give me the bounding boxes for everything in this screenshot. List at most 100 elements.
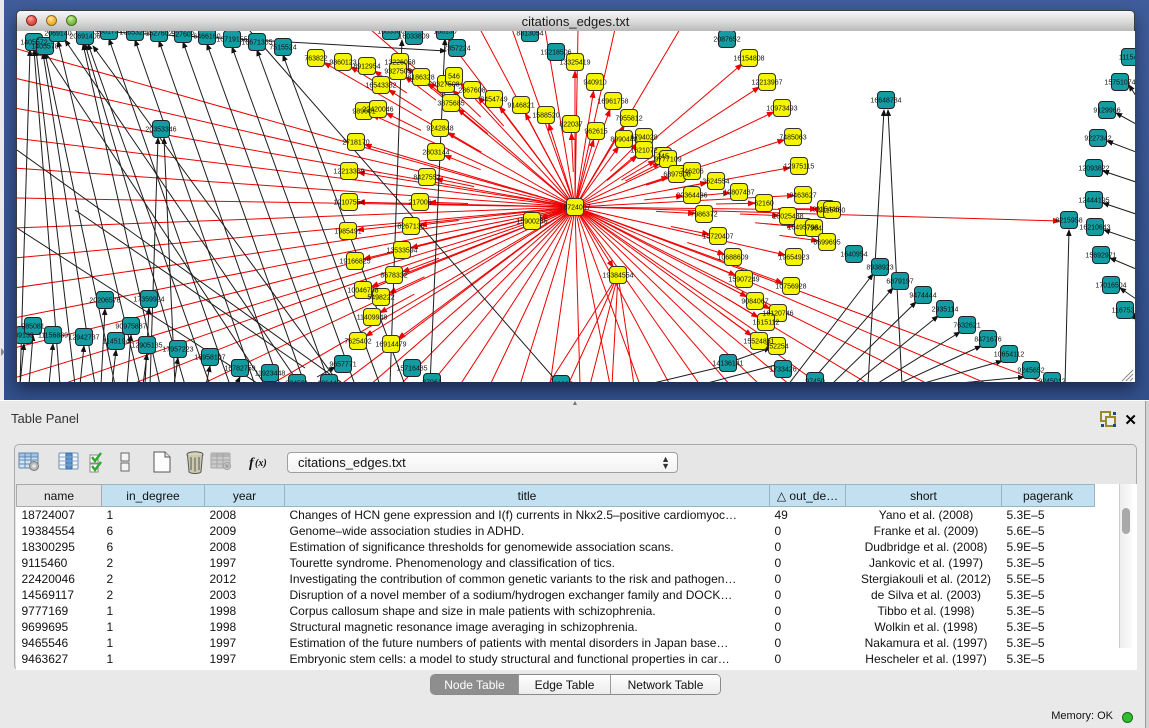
svg-text:3875685: 3875685 [437,101,464,108]
svg-text:9463627: 9463627 [789,193,816,200]
svg-text:15716485: 15716485 [396,366,427,373]
svg-text:62160: 62160 [754,201,774,208]
svg-text:9474444: 9474444 [909,293,936,300]
svg-text:940910: 940910 [583,80,606,87]
svg-text:97450: 97450 [805,379,825,383]
svg-text:8215958: 8215958 [1055,218,1082,225]
svg-text:985081: 985081 [21,324,44,331]
svg-text:5498222: 5498222 [367,295,394,302]
svg-text:763822: 763822 [304,56,327,63]
svg-text:7964: 7964 [806,226,822,233]
svg-text:11923448: 11923448 [255,371,286,378]
svg-text:9245652: 9245652 [1017,368,1044,375]
svg-text:1588520: 1588520 [532,113,559,120]
svg-text:15907249: 15907249 [728,277,759,284]
svg-text:12093822: 12093822 [1078,166,1109,173]
svg-text:11156889: 11156889 [38,333,68,340]
svg-text:20353346: 20353346 [145,127,176,134]
svg-text:188130: 188130 [433,31,456,36]
svg-text:19218506: 19218506 [540,50,571,57]
svg-text:7485063: 7485063 [779,135,806,142]
svg-text:2935114: 2935114 [932,307,959,314]
svg-text:2718170: 2718170 [342,140,369,147]
svg-text:746206: 746206 [680,169,703,176]
svg-text:9657771: 9657771 [329,362,356,369]
svg-text:10958107: 10958107 [194,355,225,362]
svg-text:19654923: 19654923 [778,255,809,262]
svg-text:10973493: 10973493 [766,106,797,113]
svg-text:12905135: 12905135 [131,343,162,350]
svg-text:12942737: 12942737 [68,335,99,342]
svg-text:20364436: 20364436 [676,193,707,200]
svg-text:15720407: 15720407 [702,234,733,241]
svg-text:16671355: 16671355 [241,40,272,47]
svg-text:39139: 39139 [17,333,34,340]
svg-text:7515524: 7515524 [269,45,296,52]
svg-text:527602: 527602 [171,32,194,39]
svg-text:16648784: 16648784 [870,98,901,105]
svg-text:8186328: 8186328 [407,75,434,82]
svg-text:1145194: 1145194 [103,339,130,346]
svg-text:15692971: 15692971 [1085,253,1116,260]
svg-text:17359924: 17359924 [133,297,164,304]
svg-text:120627: 120627 [549,382,572,383]
svg-text:217006: 217006 [408,200,431,207]
svg-text:9245012: 9245012 [1038,379,1065,383]
svg-text:2867608: 2867608 [458,88,485,95]
svg-text:15900235: 15900235 [516,219,547,226]
svg-text:16120746: 16120746 [762,311,793,318]
svg-text:20206576: 20206576 [89,298,120,305]
svg-text:8678332: 8678332 [380,273,407,280]
svg-text:16914479: 16914479 [375,342,406,349]
svg-text:1985491: 1985491 [334,229,361,236]
svg-text:2087652: 2087652 [713,37,740,44]
svg-text:10756928: 10756928 [775,284,806,291]
svg-text:12444195: 12444195 [1078,198,1109,205]
svg-text:6879197: 6879197 [886,279,913,286]
svg-text:12213967: 12213967 [751,80,782,87]
svg-text:8813054: 8813054 [516,31,543,38]
svg-text:14136141: 14136141 [712,361,743,368]
svg-text:1527602: 1527602 [145,31,172,38]
svg-text:3624554: 3624554 [702,179,729,186]
svg-text:10807487: 10807487 [723,190,754,197]
svg-text:8699695: 8699695 [813,240,840,247]
svg-text:822037: 822037 [559,122,582,129]
svg-text:18724007: 18724007 [559,205,590,212]
svg-text:10025438: 10025438 [772,214,803,221]
svg-text:9242848: 9242848 [426,126,453,133]
svg-text:(x): (x) [255,458,267,469]
svg-text:10688609: 10688609 [717,255,748,262]
svg-text:16210643: 16210643 [1079,225,1110,232]
svg-text:8454749: 8454749 [480,97,507,104]
svg-text:962615: 962615 [584,129,607,136]
svg-text:9777109: 9777109 [654,157,681,164]
svg-text:8912954: 8912954 [353,64,380,71]
svg-text:90975887: 90975887 [115,324,146,331]
svg-text:8938923: 8938923 [866,265,893,272]
svg-text:106442: 106442 [317,381,340,383]
svg-text:7357224: 7357224 [443,46,470,53]
svg-text:1167533: 1167533 [1112,308,1135,315]
svg-text:13325419: 13325419 [559,60,590,67]
svg-text:13226058: 13226058 [384,60,415,67]
svg-text:10654112: 10654112 [994,352,1025,359]
svg-text:19384554: 19384554 [602,273,633,280]
svg-text:7625402: 7625402 [344,339,371,346]
svg-text:17957223: 17957223 [162,347,193,354]
svg-text:10107554: 10107554 [333,200,364,207]
svg-text:6794028: 6794028 [630,135,657,142]
svg-text:9129966: 9129966 [1093,108,1120,115]
svg-text:9115460: 9115460 [819,208,846,215]
svg-text:16543382: 16543382 [365,83,396,90]
svg-text:1405578: 1405578 [31,44,58,51]
svg-text:9146821: 9146821 [507,103,534,110]
svg-text:111548: 111548 [1119,55,1135,62]
svg-text:9084067: 9084067 [741,299,768,306]
svg-text:11409948: 11409948 [357,315,388,322]
svg-text:9227342: 9227342 [1084,136,1111,143]
svg-text:19166825: 19166825 [339,259,370,266]
svg-text:546: 546 [448,74,460,81]
svg-text:8427552: 8427552 [413,175,440,182]
svg-text:1621072: 1621072 [630,148,657,155]
